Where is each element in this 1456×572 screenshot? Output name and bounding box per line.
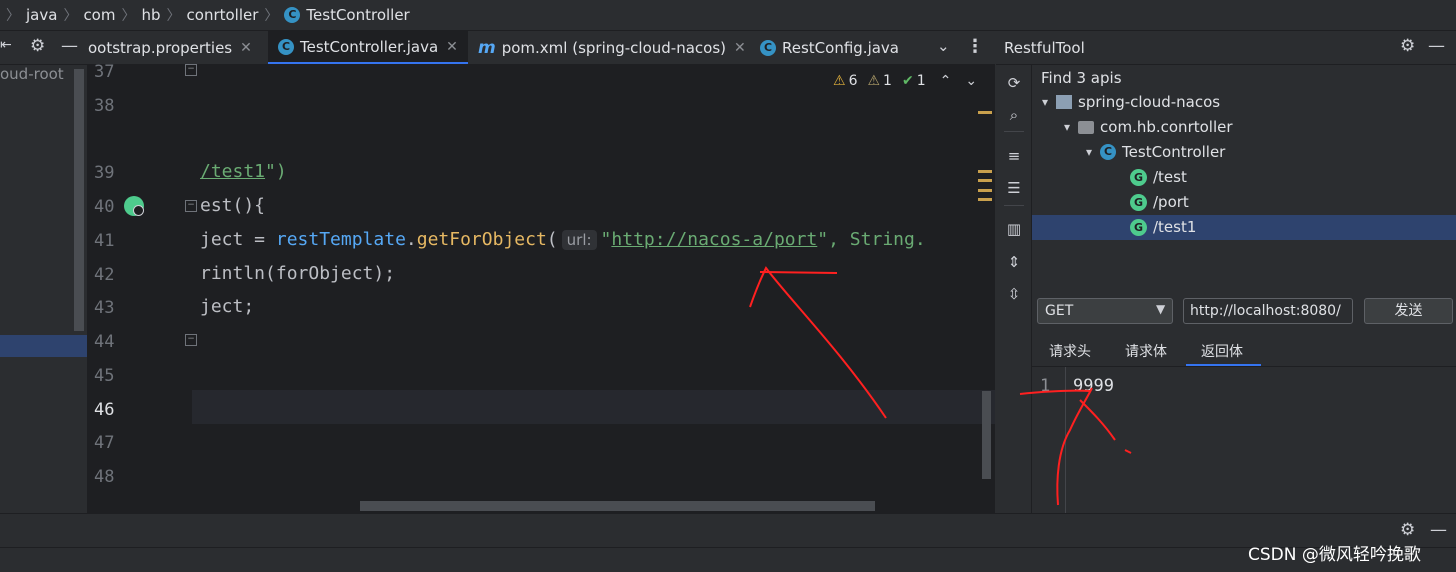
annotation-stroke [759, 271, 838, 274]
annotation-stroke [1079, 399, 1116, 441]
annotation-stroke [1124, 449, 1132, 454]
annotation-stroke [1019, 389, 1091, 395]
annotation-arrow [749, 266, 887, 419]
annotation-overlay [749, 266, 1132, 506]
